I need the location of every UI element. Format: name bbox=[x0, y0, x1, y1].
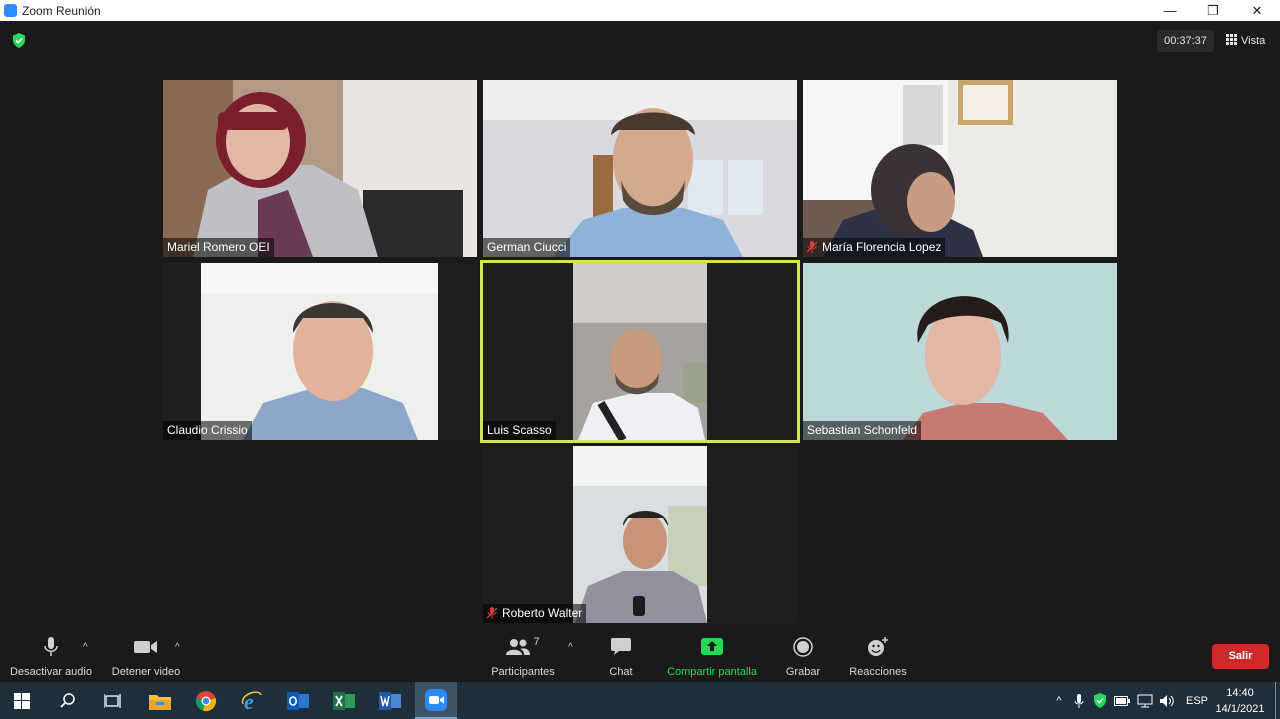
tray-microphone-icon[interactable] bbox=[1074, 693, 1084, 708]
taskbar-chrome[interactable] bbox=[189, 686, 223, 715]
windows-start-button[interactable] bbox=[5, 686, 39, 715]
video-tile-claudio-crissio[interactable]: Claudio Crissio bbox=[163, 263, 477, 440]
taskbar-internet-explorer[interactable]: e bbox=[235, 686, 269, 715]
participants-count: 7 bbox=[533, 636, 540, 648]
share-screen-icon bbox=[701, 638, 723, 655]
share-screen-button[interactable]: Compartir pantalla bbox=[662, 636, 762, 678]
participants-button[interactable]: 7 Participantes bbox=[486, 636, 560, 678]
task-view-button[interactable] bbox=[96, 686, 130, 715]
participant-video bbox=[163, 80, 477, 257]
taskbar-file-explorer[interactable] bbox=[143, 686, 177, 715]
window-title: Zoom Reunión bbox=[22, 4, 101, 18]
security-shield-icon[interactable] bbox=[12, 33, 26, 48]
windows-taskbar: e ^ ESP 14:40 14/1/2021 bbox=[0, 682, 1280, 719]
participants-options-chevron-icon[interactable]: ^ bbox=[568, 642, 573, 653]
taskbar-outlook[interactable] bbox=[281, 686, 315, 715]
word-icon bbox=[379, 691, 401, 710]
video-options-chevron-icon[interactable]: ^ bbox=[175, 642, 180, 653]
video-tile-sebastian-schonfeld[interactable]: Sebastian Schonfeld bbox=[803, 263, 1117, 440]
show-hidden-icons-chevron-icon[interactable]: ^ bbox=[1050, 695, 1068, 707]
battery-icon[interactable] bbox=[1114, 695, 1130, 706]
participant-name: German Ciucci bbox=[483, 238, 571, 257]
leave-meeting-button[interactable]: Salir bbox=[1212, 644, 1269, 669]
record-icon bbox=[793, 637, 813, 657]
participant-name: María Florencia Lopez bbox=[803, 238, 946, 257]
windows-logo-icon bbox=[14, 692, 30, 709]
participant-video bbox=[483, 263, 797, 440]
minimize-button[interactable]: — bbox=[1150, 0, 1190, 21]
participant-video bbox=[803, 263, 1117, 440]
participant-name: Roberto Walter bbox=[483, 604, 587, 623]
participant-name: Sebastian Schonfeld bbox=[803, 421, 922, 440]
microphone-icon bbox=[44, 637, 58, 656]
grid-icon bbox=[1226, 34, 1237, 45]
network-icon[interactable] bbox=[1137, 694, 1153, 708]
participant-video bbox=[483, 80, 797, 257]
muted-mic-icon bbox=[486, 607, 498, 619]
muted-mic-icon bbox=[806, 241, 818, 253]
volume-icon[interactable] bbox=[1160, 694, 1176, 708]
restore-button[interactable]: ❐ bbox=[1193, 0, 1233, 21]
audio-options-chevron-icon[interactable]: ^ bbox=[83, 642, 88, 653]
excel-icon bbox=[333, 691, 355, 710]
chrome-icon bbox=[195, 690, 217, 711]
mute-audio-button[interactable]: Desactivar audio bbox=[8, 636, 94, 678]
record-button[interactable]: Grabar bbox=[780, 636, 826, 678]
meeting-toolbar: Desactivar audio ^ Detener video ^ 7 Par… bbox=[0, 630, 1280, 682]
chat-icon bbox=[611, 638, 631, 655]
show-desktop-button[interactable] bbox=[1275, 682, 1276, 719]
participant-video bbox=[163, 263, 477, 440]
participant-name: Mariel Romero OEI bbox=[163, 238, 274, 257]
reactions-button[interactable]: Reacciones bbox=[846, 636, 910, 678]
clock-time: 14:40 bbox=[1226, 687, 1254, 699]
window-titlebar: Zoom Reunión — ❐ ✕ bbox=[0, 0, 1280, 21]
video-tile-mariel-romero[interactable]: Mariel Romero OEI bbox=[163, 80, 477, 257]
taskbar-word[interactable] bbox=[373, 686, 407, 715]
stop-video-button[interactable]: Detener video bbox=[108, 636, 184, 678]
task-view-icon bbox=[104, 693, 121, 708]
search-icon bbox=[60, 692, 75, 708]
chat-button[interactable]: Chat bbox=[598, 636, 644, 678]
meeting-video-area: 00:37:37 Vista Mariel Romero OEI German … bbox=[0, 21, 1280, 630]
participant-name: Luis Scasso bbox=[483, 421, 556, 440]
zoom-icon bbox=[425, 688, 447, 711]
zoom-app-icon bbox=[4, 4, 17, 17]
meeting-timer: 00:37:37 bbox=[1157, 30, 1214, 52]
video-camera-icon bbox=[134, 641, 157, 653]
video-tile-maria-florencia-lopez[interactable]: María Florencia Lopez bbox=[803, 80, 1117, 257]
participants-icon bbox=[506, 639, 531, 655]
internet-explorer-icon: e bbox=[241, 690, 262, 712]
system-tray: ^ ESP bbox=[1050, 682, 1208, 719]
participant-video bbox=[483, 446, 797, 623]
video-tile-luis-scasso[interactable]: Luis Scasso bbox=[480, 260, 800, 443]
input-language[interactable]: ESP bbox=[1186, 695, 1208, 707]
clock-date: 14/1/2021 bbox=[1215, 703, 1265, 715]
taskbar-zoom[interactable] bbox=[415, 682, 457, 719]
taskbar-excel[interactable] bbox=[327, 686, 361, 715]
taskbar-clock[interactable]: 14:40 14/1/2021 bbox=[1215, 685, 1265, 717]
view-label: Vista bbox=[1241, 35, 1266, 47]
view-button[interactable]: Vista bbox=[1226, 30, 1265, 52]
tray-security-shield-icon[interactable] bbox=[1093, 693, 1107, 708]
participant-video bbox=[803, 80, 1117, 257]
participant-name: Claudio Crissio bbox=[163, 421, 252, 440]
video-tile-german-ciucci[interactable]: German Ciucci bbox=[483, 80, 797, 257]
file-explorer-icon bbox=[149, 694, 171, 710]
reactions-emoji-icon bbox=[868, 637, 888, 656]
video-tile-roberto-walter[interactable]: Roberto Walter bbox=[483, 446, 797, 623]
close-button[interactable]: ✕ bbox=[1237, 0, 1277, 21]
taskbar-search-button[interactable] bbox=[51, 686, 85, 715]
outlook-icon bbox=[287, 691, 309, 710]
